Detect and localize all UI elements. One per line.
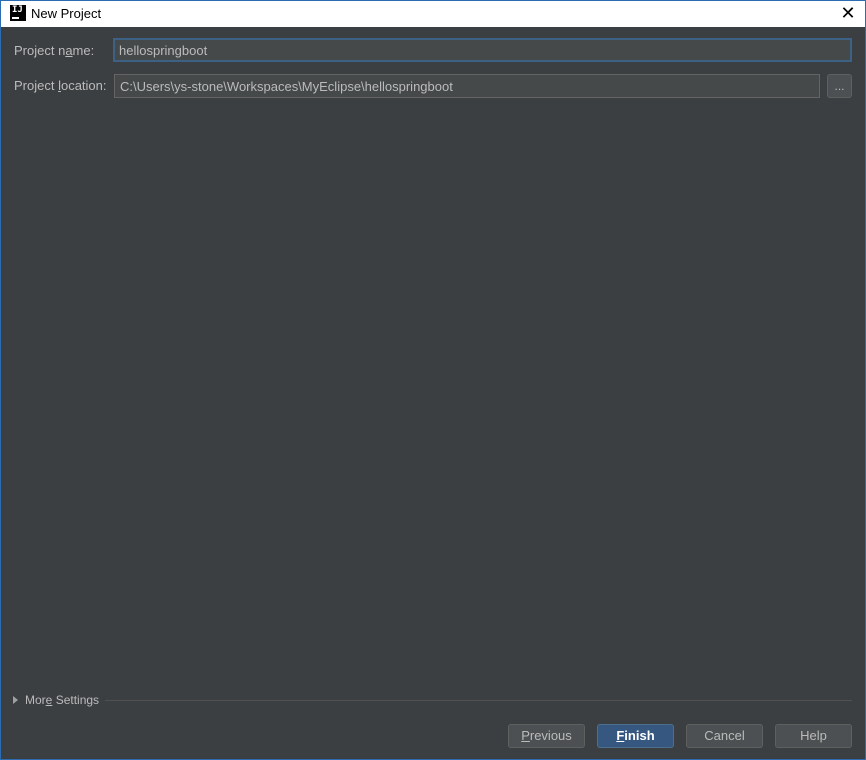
close-icon[interactable]: ✕ bbox=[837, 3, 859, 23]
expand-triangle-icon bbox=[13, 696, 18, 704]
intellij-app-icon: IJ bbox=[10, 5, 26, 21]
project-name-label: Project name: bbox=[14, 43, 95, 58]
more-settings-toggle[interactable]: More Settings bbox=[13, 693, 99, 707]
browse-location-button[interactable]: ... bbox=[827, 74, 852, 98]
more-settings-divider bbox=[105, 700, 852, 701]
help-button[interactable]: Help bbox=[775, 724, 852, 748]
project-location-label: Project location: bbox=[14, 78, 107, 93]
finish-button[interactable]: Finish bbox=[597, 724, 674, 748]
new-project-dialog: IJ New Project ✕ Project name: Project l… bbox=[0, 0, 866, 760]
cancel-button[interactable]: Cancel bbox=[686, 724, 763, 748]
previous-button[interactable]: Previous bbox=[508, 724, 585, 748]
project-location-input[interactable] bbox=[114, 74, 820, 98]
dialog-title: New Project bbox=[31, 6, 102, 21]
more-settings-label: More Settings bbox=[25, 693, 100, 707]
title-bar: IJ New Project ✕ bbox=[1, 1, 865, 27]
project-name-input[interactable] bbox=[113, 38, 852, 62]
